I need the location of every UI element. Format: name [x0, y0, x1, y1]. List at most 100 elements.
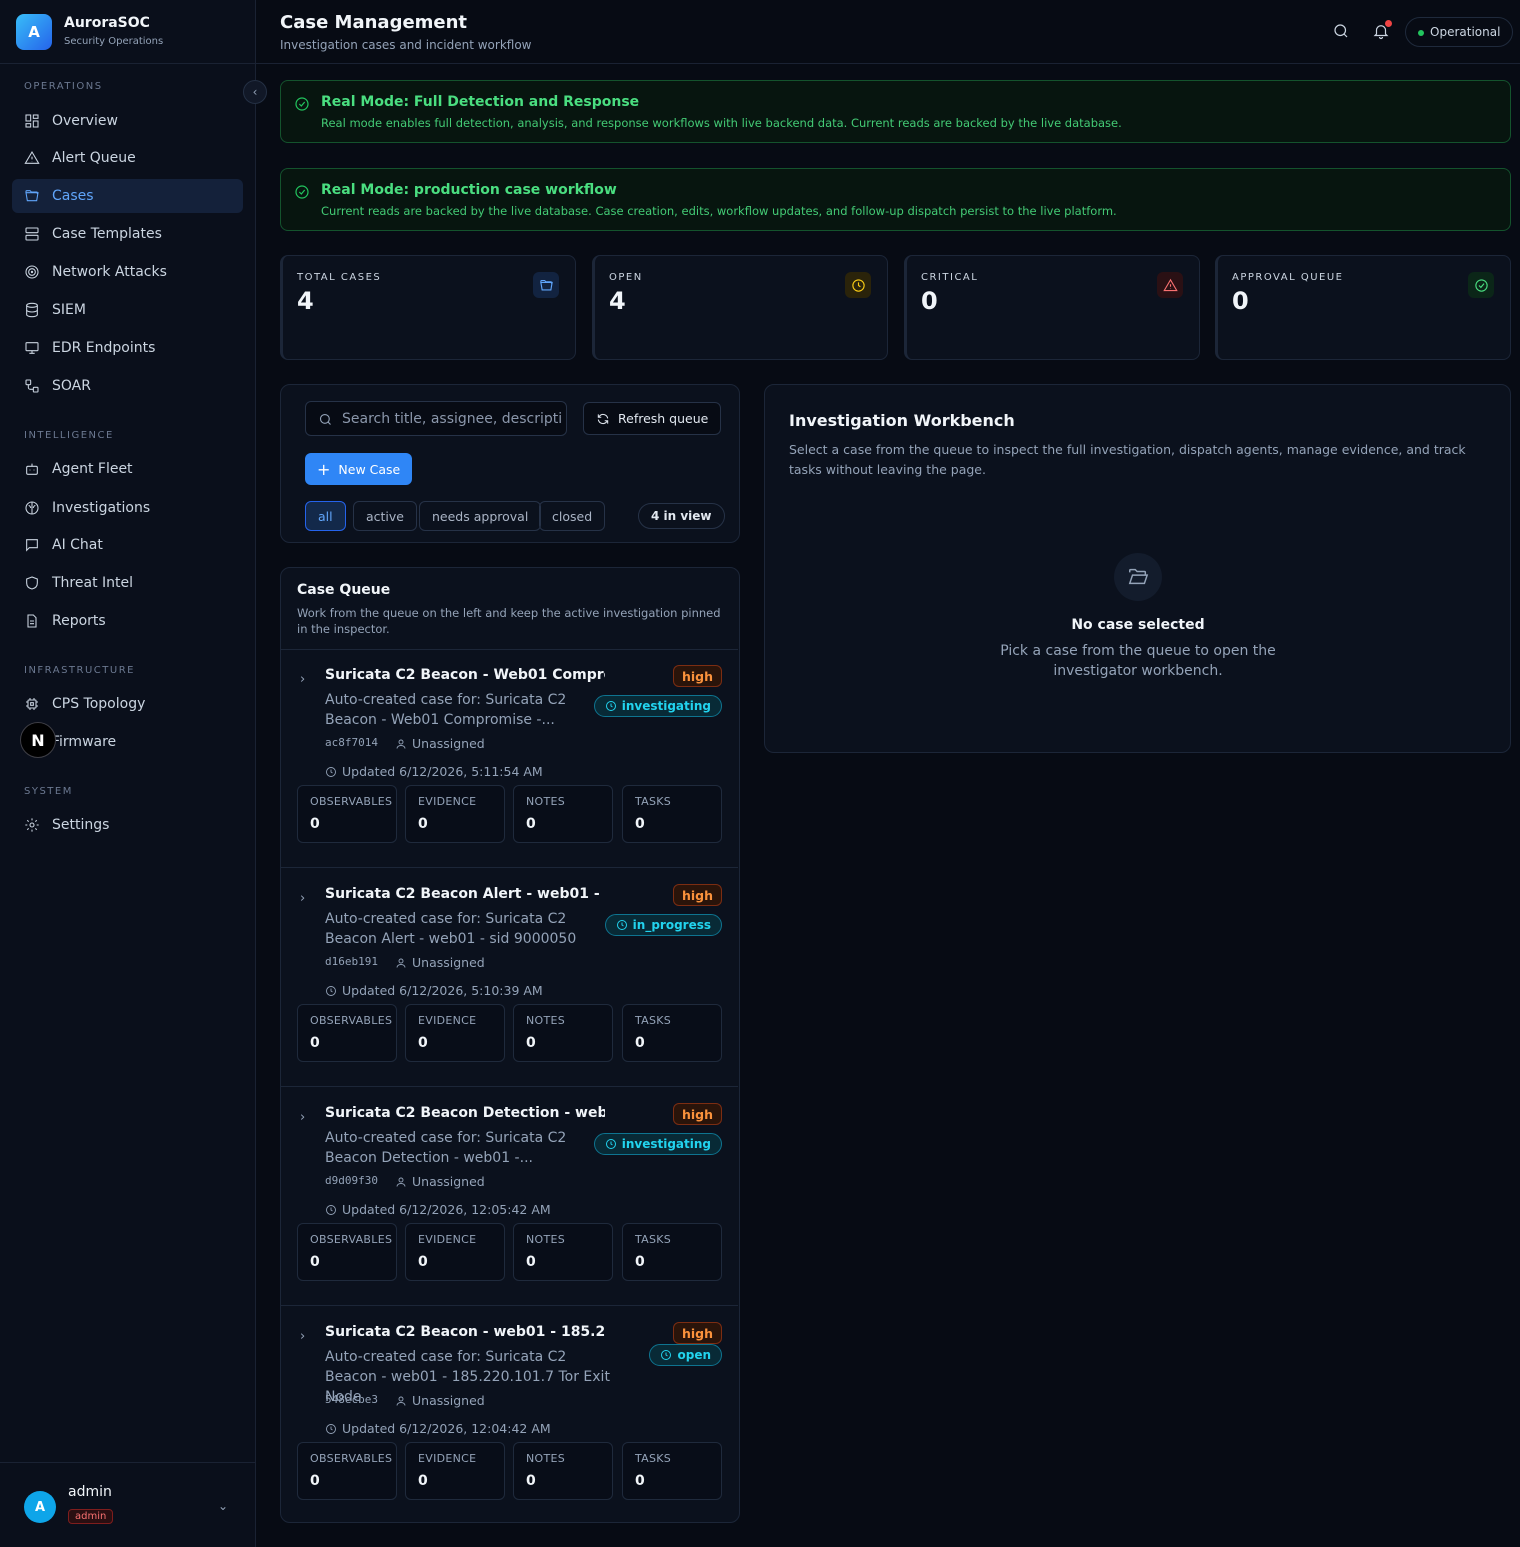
clock-icon [326, 1204, 336, 1215]
severity-badge: high [672, 665, 722, 687]
bell-icon[interactable] [1372, 20, 1392, 40]
metric-value: 0 [635, 1473, 645, 1489]
case-row[interactable]: › Suricata C2 Beacon - web01 - 185.220.10… [281, 1322, 738, 1542]
user-menu[interactable]: A admin admin ⌄ [0, 1462, 255, 1547]
alert-triangle-icon [24, 150, 40, 166]
sidebar-item-alert-queue[interactable]: Alert Queue [12, 141, 243, 175]
sidebar-item-reports[interactable]: Reports [12, 604, 243, 638]
sidebar-item-overview[interactable]: Overview [12, 104, 243, 138]
filter-chip-needs-approval[interactable]: needs approval [419, 501, 542, 531]
sidebar-item-edr-endpoints[interactable]: EDR Endpoints [12, 331, 243, 365]
cpu-icon [24, 696, 40, 712]
chat-icon [24, 537, 40, 553]
sidebar-item-label: Threat Intel [52, 575, 133, 591]
case-id: 548ecbe3 [325, 1393, 378, 1406]
gear-icon [24, 817, 40, 833]
metric-observables: OBSERVABLES 0 [297, 1004, 397, 1062]
stat-value: 4 [297, 287, 314, 315]
workbench-subtitle: Select a case from the queue to inspect … [789, 442, 1466, 477]
case-title[interactable]: Suricata C2 Beacon Alert - web01 - sid 9… [325, 886, 605, 902]
sidebar-collapse-button[interactable]: ‹ [243, 80, 267, 104]
sidebar-item-cases[interactable]: Cases [12, 179, 243, 213]
grid-icon [24, 113, 40, 129]
brand[interactable]: A AuroraSOC Security Operations [0, 0, 255, 64]
metric-tasks: TASKS 0 [622, 785, 722, 843]
metric-label: EVIDENCE [418, 795, 477, 808]
search-input[interactable] [342, 402, 562, 435]
search-icon[interactable] [1332, 22, 1350, 40]
case-id: ac8f7014 [325, 736, 378, 749]
assignee-text: Unassigned [412, 736, 485, 751]
filter-chip-active[interactable]: active [353, 501, 417, 531]
metric-value: 0 [635, 1254, 645, 1270]
banner-text: Current reads are backed by the live dat… [321, 204, 1117, 218]
new-case-button[interactable]: + New Case [305, 453, 413, 485]
refresh-queue-button[interactable]: Refresh queue [583, 402, 722, 435]
chevron-right-icon[interactable]: › [300, 1329, 305, 1344]
chevron-right-icon[interactable]: › [300, 1110, 305, 1125]
folder-icon [533, 272, 559, 298]
empty-state-text: Pick a case from the queue to open the i… [1000, 643, 1276, 679]
plus-icon: + [317, 459, 331, 479]
assignee-text: Unassigned [412, 955, 485, 970]
sidebar-item-settings[interactable]: Settings [12, 808, 243, 842]
severity-badge: high [672, 884, 722, 906]
chevron-right-icon[interactable]: › [300, 891, 305, 906]
case-title[interactable]: Suricata C2 Beacon Detection - web01... [325, 1105, 605, 1121]
case-assignee: Unassigned [395, 736, 485, 751]
stat-value: 4 [609, 287, 626, 315]
sidebar-item-label: Alert Queue [52, 150, 136, 166]
user-name: admin [68, 1484, 112, 1500]
metric-evidence: EVIDENCE 0 [405, 1223, 505, 1281]
metric-notes: NOTES 0 [513, 785, 613, 843]
case-description: Auto-created case for: Suricata C2 Beaco… [325, 1130, 567, 1166]
dev-overlay-badge[interactable]: N [20, 722, 56, 758]
chevron-right-icon[interactable]: › [300, 672, 305, 687]
case-title[interactable]: Suricata C2 Beacon - web01 - 185.220.101… [325, 1324, 605, 1340]
case-updated: Updated 6/12/2026, 5:10:39 AM [325, 983, 543, 998]
metric-tasks: TASKS 0 [622, 1442, 722, 1500]
clock-icon [616, 920, 627, 930]
case-row[interactable]: › Suricata C2 Beacon Alert - web01 - sid … [281, 884, 738, 1104]
sidebar-item-soar[interactable]: SOAR [12, 369, 243, 403]
sidebar-item-case-templates[interactable]: Case Templates [12, 217, 243, 251]
sidebar-item-label: SOAR [52, 378, 91, 394]
folder-open-icon [1114, 553, 1162, 601]
filter-chip-closed[interactable]: closed [539, 501, 606, 531]
banner-text: Real mode enables full detection, analys… [321, 116, 1122, 130]
case-title[interactable]: Suricata C2 Beacon - Web01 Compro... [325, 667, 605, 683]
sidebar-item-cps-topology[interactable]: CPS Topology [12, 687, 243, 721]
filter-chip-all[interactable]: all [305, 501, 346, 531]
case-id: d9d09f30 [325, 1174, 378, 1187]
case-updated: Updated 6/12/2026, 12:05:42 AM [325, 1202, 551, 1217]
divider [281, 649, 738, 650]
sidebar-item-investigations[interactable]: Investigations [12, 491, 243, 525]
metric-notes: NOTES 0 [513, 1223, 613, 1281]
chevron-down-icon[interactable]: ⌄ [218, 1499, 228, 1513]
search-field[interactable] [305, 401, 567, 436]
sidebar-item-network-attacks[interactable]: Network Attacks [12, 255, 243, 289]
metric-value: 0 [526, 1035, 536, 1051]
sidebar-item-ai-chat[interactable]: AI Chat [12, 528, 243, 562]
metric-label: NOTES [526, 1452, 566, 1465]
status-badge: in_progress [604, 914, 722, 936]
severity-badge: high [672, 1322, 722, 1344]
sidebar-item-agent-fleet[interactable]: Agent Fleet [12, 452, 243, 486]
metric-value: 0 [526, 1473, 536, 1489]
sidebar-item-label: Network Attacks [52, 264, 167, 280]
case-row[interactable]: › Suricata C2 Beacon Detection - web01...… [281, 1103, 738, 1323]
sidebar-item-threat-intel[interactable]: Threat Intel [12, 566, 243, 600]
sidebar-item-siem[interactable]: SIEM [12, 293, 243, 327]
severity-badge: high [672, 1103, 722, 1125]
metric-label: TASKS [635, 795, 672, 808]
nav-section-infrastructure: INFRASTRUCTURE [24, 665, 135, 676]
user-icon [396, 1177, 406, 1187]
empty-state-title: No case selected [1071, 617, 1205, 633]
page-subtitle: Investigation cases and incident workflo… [280, 38, 532, 52]
metric-label: NOTES [526, 795, 566, 808]
status-text: investigating [621, 699, 711, 713]
case-row[interactable]: › Suricata C2 Beacon - Web01 Compro... Aut… [281, 665, 738, 885]
sidebar-item-label: Agent Fleet [52, 461, 133, 477]
metric-value: 0 [418, 1473, 428, 1489]
status-dot [1418, 30, 1424, 36]
